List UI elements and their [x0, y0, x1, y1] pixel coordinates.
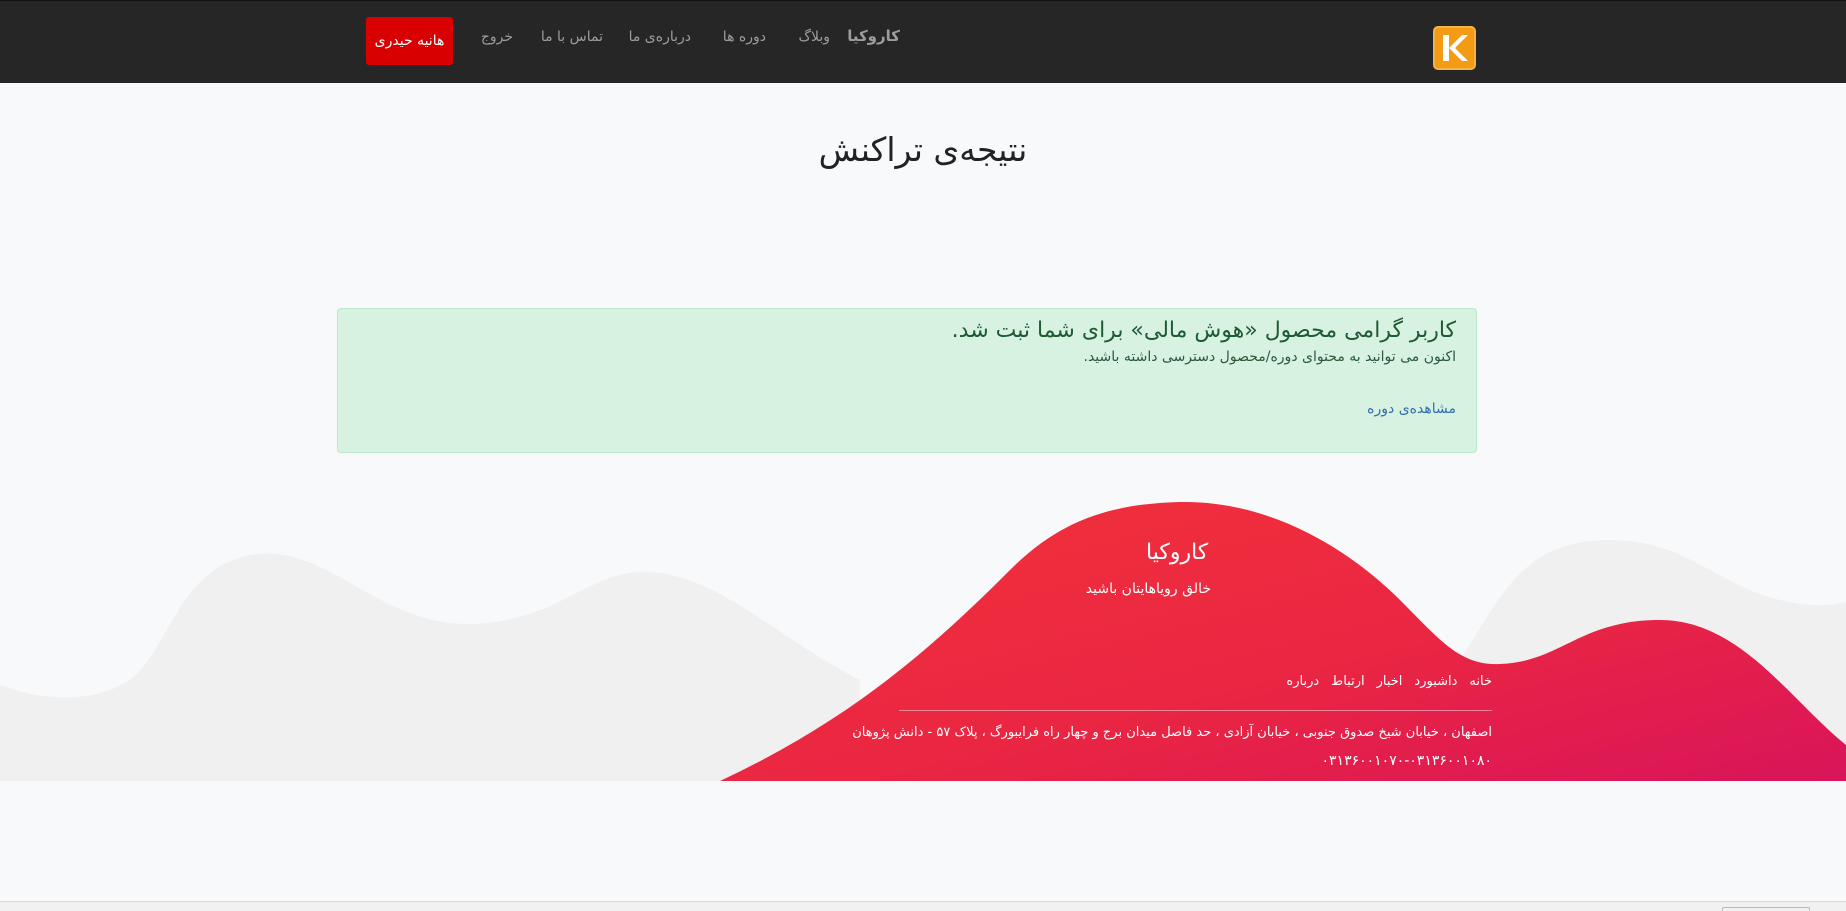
alert-message: اکنون می توانید به محتوای دوره/محصول دست… [1083, 348, 1457, 365]
footer-phone: ۰۳۱۳۶۰۰۱۰۷۰-۰۳۱۳۶۰۰۱۰۸۰ [1321, 753, 1492, 769]
alert-heading: کاربر گرامی محصول «هوش مالی» برای شما ثب… [951, 318, 1456, 343]
scrollbar-thumb[interactable] [1722, 907, 1810, 911]
footer-link-news[interactable]: اخبار [1377, 674, 1403, 689]
footer-link-contact[interactable]: ارتباط [1331, 674, 1364, 689]
top-navbar: کاروکیا وبلاگ دوره ها درباره‌ی ما تماس ب… [0, 0, 1846, 83]
nav-item-contact[interactable]: تماس با ما [541, 29, 603, 45]
footer-links: خانه داشبورد اخبار ارتباط درباره [1286, 674, 1492, 689]
footer-tagline: خالق رویاهایتان باشید [1085, 581, 1211, 597]
footer-link-dashboard[interactable]: داشبورد [1414, 674, 1457, 689]
footer-link-about[interactable]: درباره [1286, 674, 1319, 689]
page-title: نتیجه‌ی تراکنش [818, 130, 1028, 169]
footer-brand: کاروکیا [1146, 540, 1209, 565]
nav-brand-link[interactable]: کاروکیا [847, 27, 900, 45]
footer-link-home[interactable]: خانه [1469, 674, 1492, 689]
nav-item-blog[interactable]: وبلاگ [798, 29, 830, 45]
footer-address: اصفهان ، خیابان شیخ صدوق جنوبی ، خیابان … [852, 725, 1492, 740]
user-account-button[interactable]: هانیه حیدری [366, 17, 453, 65]
footer-divider [899, 710, 1492, 711]
success-alert: کاربر گرامی محصول «هوش مالی» برای شما ثب… [337, 308, 1477, 453]
k-logo-icon[interactable] [1433, 26, 1476, 70]
nav-item-logout[interactable]: خروج [481, 29, 513, 45]
horizontal-scrollbar[interactable] [0, 901, 1846, 911]
nav-item-courses[interactable]: دوره ها [723, 29, 766, 45]
view-course-link[interactable]: مشاهده‌ی دوره [358, 401, 1456, 417]
nav-item-about[interactable]: درباره‌ی ما [629, 29, 691, 45]
